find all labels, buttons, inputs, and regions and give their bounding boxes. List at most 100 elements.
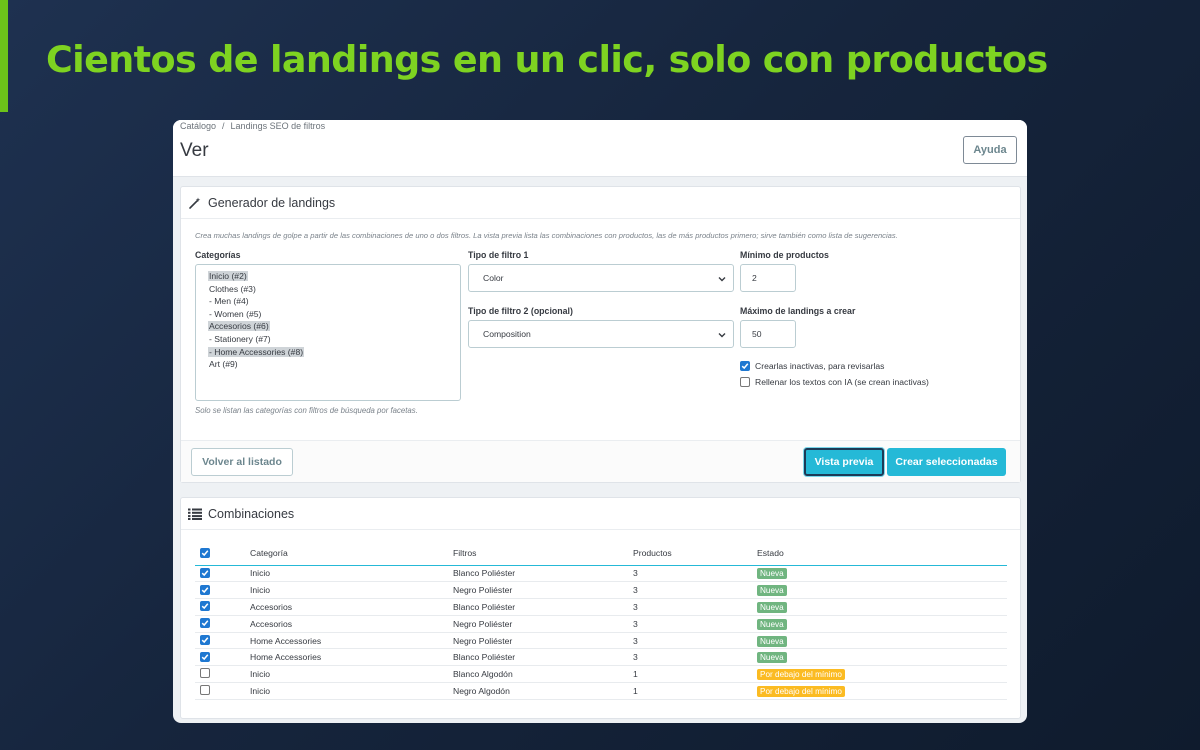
combinations-table: Categoría Filtros Productos Estado Inici… <box>195 542 1007 700</box>
breadcrumb-root[interactable]: Catálogo <box>180 121 216 131</box>
category-cell: Home Accessories <box>250 648 453 667</box>
status-badge: Nueva <box>757 618 787 630</box>
row-checkbox[interactable] <box>200 684 210 695</box>
category-option-label: - Stationery (#7) <box>209 333 271 344</box>
status-cell: Por debajo del mínimo <box>757 682 1007 700</box>
category-option[interactable]: Art (#9) <box>208 358 460 371</box>
generator-title: Generador de landings <box>208 195 336 210</box>
row-checkbox[interactable] <box>200 635 210 646</box>
combinations-header: Combinaciones <box>181 498 1020 530</box>
status-badge: Nueva <box>757 568 787 580</box>
products-cell: 1 <box>633 682 757 700</box>
checkmark-icon <box>201 603 209 610</box>
select-cell <box>195 682 250 700</box>
products-cell: 3 <box>633 648 757 667</box>
column-header: Productos <box>633 542 757 566</box>
status-cell: Por debajo del mínimo <box>757 665 1007 684</box>
categories-help: Solo se listan las categorías con filtro… <box>195 406 418 415</box>
category-cell: Home Accessories <box>250 632 453 650</box>
status-cell: Nueva <box>757 565 1007 583</box>
max-landings-input[interactable]: 50 <box>740 320 796 348</box>
category-option[interactable]: - Women (#5) <box>208 308 460 321</box>
select-cell <box>195 665 250 684</box>
table-row: Inicio Blanco Poliéster 3 Nueva <box>195 565 1007 583</box>
products-cell: 3 <box>633 565 757 583</box>
checkmark-icon <box>201 637 209 644</box>
category-option-label: - Women (#5) <box>209 308 262 319</box>
row-checkbox[interactable] <box>200 651 210 662</box>
headline: Cientos de landings en un clic, solo con… <box>46 38 1048 81</box>
row-checkbox[interactable] <box>200 567 210 578</box>
category-option[interactable]: Inicio (#2) <box>208 270 460 283</box>
category-cell: Inicio <box>250 581 453 600</box>
column-header: Categoría <box>250 542 453 566</box>
help-button[interactable]: Ayuda <box>963 136 1017 164</box>
category-option[interactable]: - Stationery (#7) <box>208 333 460 346</box>
breadcrumb-separator: / <box>222 121 225 131</box>
status-badge: Nueva <box>757 635 787 647</box>
filters-cell: Negro Poliéster <box>453 632 633 650</box>
select-cell <box>195 565 250 583</box>
category-option[interactable]: Accesorios (#6) <box>208 320 460 333</box>
products-cell: 3 <box>633 615 757 633</box>
checkmark-icon <box>201 570 209 576</box>
categories-multiselect[interactable]: Inicio (#2) Clothes (#3) - Men (#4) - Wo… <box>195 264 461 401</box>
create-selected-button[interactable]: Crear seleccionadas <box>887 448 1006 476</box>
status-cell: Nueva <box>757 632 1007 650</box>
accent-bar <box>0 0 8 112</box>
table-row: Inicio Negro Algodón 1 Por debajo del mínim… <box>195 682 1007 700</box>
page-title: Ver <box>180 140 209 161</box>
category-option-label: Inicio (#2) <box>208 271 248 281</box>
min-products-input[interactable]: 2 <box>740 264 796 292</box>
min-products-label: Mínimo de productos <box>740 250 829 260</box>
category-cell: Inicio <box>250 565 453 583</box>
row-checkbox[interactable] <box>200 618 210 629</box>
category-option-label: Art (#9) <box>209 359 238 370</box>
select-cell <box>195 648 250 667</box>
categories-label: Categorías <box>195 250 241 260</box>
row-checkbox[interactable] <box>200 601 210 612</box>
products-cell: 1 <box>633 665 757 684</box>
filter1-value: Color <box>483 273 504 283</box>
filters-cell: Blanco Algodón <box>453 665 633 684</box>
category-option[interactable]: Clothes (#3) <box>208 283 460 296</box>
select-cell <box>195 615 250 633</box>
inactive-checkbox[interactable] <box>740 361 750 371</box>
ai-option-label: Rellenar los textos con IA (se crean ina… <box>755 377 929 387</box>
inactive-option[interactable]: Crearlas inactivas, para revisarlas <box>740 361 884 371</box>
back-to-list-button[interactable]: Volver al listado <box>191 448 293 476</box>
checkmark-icon <box>201 586 209 593</box>
max-landings-label: Máximo de landings a crear <box>740 306 856 316</box>
filter2-value: Composition <box>483 329 531 339</box>
status-cell: Nueva <box>757 598 1007 616</box>
ai-option[interactable]: Rellenar los textos con IA (se crean ina… <box>740 377 929 387</box>
page-header: Catálogo / Landings SEO de filtros Ver Ayu… <box>173 120 1027 177</box>
generator-panel: Generador de landings Crea muchas landin… <box>180 186 1021 483</box>
category-option-label: - Men (#4) <box>209 296 249 307</box>
breadcrumb: Catálogo / Landings SEO de filtros <box>180 121 325 131</box>
category-option[interactable]: - Home Accessories (#8) <box>208 346 460 359</box>
column-header: Estado <box>757 542 1007 566</box>
table-header-row: Categoría Filtros Productos Estado <box>195 542 1007 566</box>
category-option[interactable]: - Men (#4) <box>208 295 460 308</box>
ai-checkbox[interactable] <box>740 377 750 387</box>
status-badge: Por debajo del mínimo <box>757 669 845 681</box>
select-all-checkbox[interactable] <box>200 547 210 558</box>
generator-header: Generador de landings <box>181 187 1020 219</box>
preview-button[interactable]: Vista previa <box>804 448 884 476</box>
app-window: Catálogo / Landings SEO de filtros Ver Ayu… <box>173 120 1027 723</box>
filters-cell: Blanco Poliéster <box>453 598 633 616</box>
checkmark-icon <box>741 363 749 370</box>
filter2-select[interactable]: Composition <box>468 320 734 348</box>
row-checkbox[interactable] <box>200 584 210 595</box>
filters-cell: Negro Poliéster <box>453 581 633 600</box>
checkmark-icon <box>201 620 209 627</box>
filter1-select[interactable]: Color <box>468 264 734 292</box>
filters-cell: Blanco Poliéster <box>453 648 633 667</box>
table-row: Home Accessories Negro Poliéster 3 Nueva <box>195 632 1007 650</box>
table-row: Accesorios Negro Poliéster 3 Nueva <box>195 615 1007 633</box>
max-landings-value: 50 <box>752 329 762 339</box>
intro-text: Crea muchas landings de golpe a partir d… <box>195 231 898 240</box>
row-checkbox[interactable] <box>200 668 210 679</box>
filter1-label: Tipo de filtro 1 <box>468 250 529 260</box>
